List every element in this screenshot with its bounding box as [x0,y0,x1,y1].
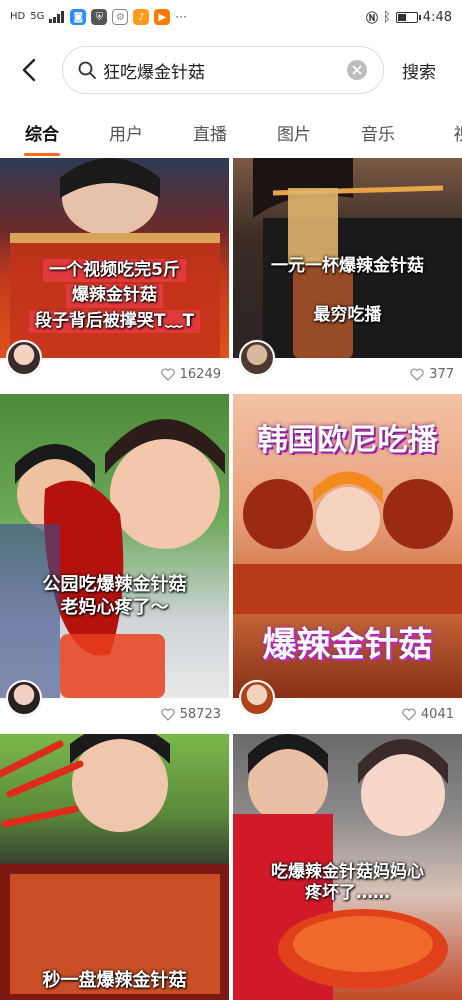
app-notification-icon: ◙ [70,9,87,25]
avatar[interactable] [239,340,275,376]
clear-search-button[interactable] [347,60,367,80]
video-thumbnail[interactable]: 一个视频吃完5斤 爆辣金针菇 段子背后被撑哭T﹏T [0,158,229,358]
hd-label: HD [10,11,26,22]
status-right: Ⓝ ᛒ 4:48 [366,9,452,26]
video-caption: 公园吃爆辣金针菇 老妈心疼了～ [0,574,229,619]
shield-notification-icon: ⛨ [91,9,108,25]
thumbnail-illustration [0,734,229,1000]
search-query[interactable]: 狂吃爆金针菇 [103,58,347,83]
like-count[interactable]: 377 [410,367,454,382]
video-caption-bottom: 爆辣金针菇 [233,624,462,667]
music-notification-icon: ♪ [133,9,150,25]
like-count[interactable]: 16249 [160,367,221,382]
caption-line: 最穷吃播 [313,305,382,326]
search-header: 狂吃爆金针菇 搜索 [0,44,462,98]
battery-icon [395,11,421,23]
card-meta: 16249 [0,340,229,390]
video-thumbnail[interactable]: 韩国欧尼吃播 爆辣金针菇 [233,394,462,698]
avatar[interactable] [6,680,42,716]
caption-line: 爆辣金针菇 [66,284,163,308]
video-card[interactable]: 一个视频吃完5斤 爆辣金针菇 段子背后被撑哭T﹏T 16249 [0,158,229,390]
video-card[interactable]: 韩国欧尼吃播 爆辣金针菇 4041 [233,394,462,730]
video-card[interactable]: 一元一杯爆辣金针菇 最穷吃播 377 [233,158,462,390]
heart-icon [410,368,424,381]
caption-line: 段子背后被撑哭T﹏T [28,309,201,333]
like-count[interactable]: 4041 [402,707,454,722]
like-count-text: 377 [429,367,454,382]
avatar[interactable] [6,340,42,376]
status-left: HD 5G ◙ ⛨ ⚙ ♪ ▶ ··· [10,9,187,25]
video-card[interactable]: 吃爆辣金针菇妈妈心 疼坏了…… [233,734,462,1000]
tab-all[interactable]: 综合 [0,112,84,158]
video-caption-top: 韩国欧尼吃播 [233,422,462,460]
caption-line: 一元一杯爆辣金针菇 [271,256,424,276]
avatar[interactable] [239,680,275,716]
card-meta: 58723 [0,680,229,730]
status-bar: HD 5G ◙ ⛨ ⚙ ♪ ▶ ··· Ⓝ ᛒ 4:48 [0,0,462,34]
like-count-text: 4041 [420,707,454,722]
settings-notification-icon: ⚙ [112,9,129,25]
card-meta: 4041 [233,680,462,730]
search-button[interactable]: 搜索 [402,58,436,83]
clock: 4:48 [422,9,452,25]
video-thumbnail[interactable]: 公园吃爆辣金针菇 老妈心疼了～ [0,394,229,698]
video-thumbnail[interactable]: 秒一盘爆辣金针菇 [0,734,229,1000]
caption-line: 爆辣金针菇 [262,625,433,665]
caption-line: 公园吃爆辣金针菇 [42,574,187,595]
video-thumbnail[interactable]: 吃爆辣金针菇妈妈心 疼坏了…… [233,734,462,1000]
caption-line: 一个视频吃完5斤 [43,259,186,283]
like-count-text: 16249 [179,367,221,382]
bluetooth-icon: ᛒ [382,9,391,25]
tab-images[interactable]: 图片 [252,112,336,158]
battery-level [397,13,406,21]
heart-icon [160,708,175,721]
more-notifications-icon: ··· [175,10,187,24]
thumbnail-illustration [0,419,225,698]
video-card[interactable]: 秒一盘爆辣金针菇 [0,734,229,1000]
tab-users[interactable]: 用户 [84,112,168,158]
like-count-text: 58723 [179,707,221,722]
network-label: 5G [30,11,45,22]
caption-line: 老妈心疼了～ [60,596,169,618]
caption-line: 秒一盘爆辣金针菇 [42,970,187,991]
card-meta: 377 [233,340,462,390]
results-grid: 一个视频吃完5斤 爆辣金针菇 段子背后被撑哭T﹏T 16249 一元一杯爆辣金针… [0,158,462,1000]
like-count[interactable]: 58723 [160,707,221,722]
heart-icon [402,708,416,721]
tab-live[interactable]: 直播 [168,112,252,158]
video-notification-icon: ▶ [154,9,171,25]
close-icon [352,65,362,75]
tab-music[interactable]: 音乐 [336,112,420,158]
heart-icon [160,368,175,381]
video-card[interactable]: 公园吃爆辣金针菇 老妈心疼了～ 58723 [0,394,229,730]
caption-line: 疼坏了…… [305,883,390,904]
signal-icon [49,11,65,23]
result-tabs: 综合 用户 直播 图片 音乐 视 [0,112,462,158]
search-input[interactable]: 狂吃爆金针菇 [62,46,384,94]
nfc-icon: Ⓝ [365,10,378,25]
video-thumbnail[interactable]: 一元一杯爆辣金针菇 最穷吃播 [233,158,462,358]
search-icon [78,61,96,79]
video-caption: 一个视频吃完5斤 爆辣金针菇 段子背后被撑哭T﹏T [0,258,229,334]
caption-line: 韩国欧尼吃播 [257,423,438,458]
video-caption: 吃爆辣金针菇妈妈心 疼坏了…… [233,862,462,905]
video-caption: 秒一盘爆辣金针菇 [0,970,229,993]
video-caption: 一元一杯爆辣金针菇 最穷吃播 [233,256,462,327]
caption-line: 吃爆辣金针菇妈妈心 [271,862,424,882]
tab-video[interactable]: 视 [420,112,462,158]
back-arrow-icon[interactable] [16,56,44,84]
